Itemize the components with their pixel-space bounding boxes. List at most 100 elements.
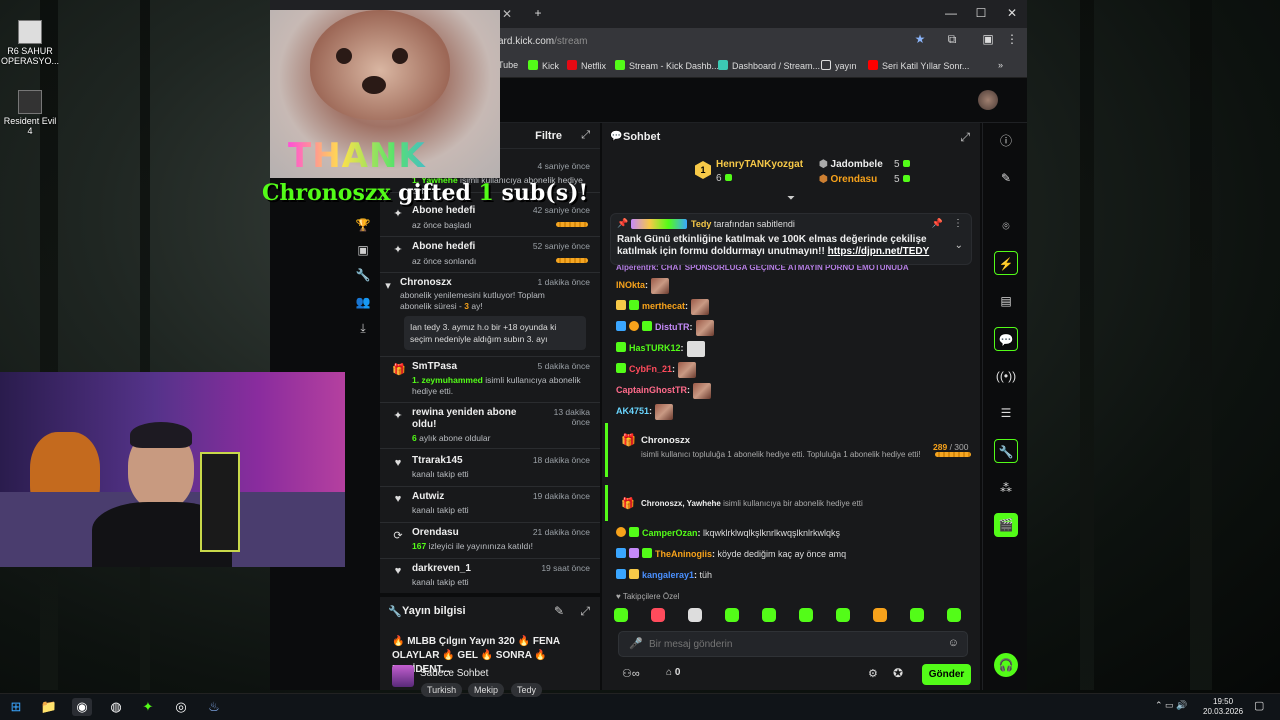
- nodes-icon[interactable]: ⁂: [994, 476, 1018, 500]
- stream-tag[interactable]: Turkish: [421, 683, 463, 697]
- sub-badge-icon: [629, 527, 639, 537]
- emote-button[interactable]: [688, 608, 702, 622]
- headset-icon[interactable]: 🎧: [994, 653, 1018, 677]
- bookmark-kick[interactable]: Kick: [528, 60, 559, 71]
- leaderboard-name[interactable]: HenryTANKyozgat: [716, 159, 803, 170]
- leaderboard-name[interactable]: ⬢ Orendasu: [819, 174, 877, 185]
- more-bookmarks-icon[interactable]: »: [998, 60, 1003, 70]
- minimize-button[interactable]: —: [941, 6, 961, 20]
- emote-button[interactable]: [725, 608, 739, 622]
- vault-counter[interactable]: ⌂ 0: [666, 667, 680, 678]
- emote-button[interactable]: [947, 608, 961, 622]
- wrench-icon[interactable]: 🔧: [994, 439, 1018, 463]
- gift-event-user[interactable]: Chronoszx: [641, 435, 690, 446]
- stack-icon[interactable]: ☰: [994, 401, 1018, 425]
- alert-count: 1: [478, 180, 494, 206]
- chat-username[interactable]: AK4751: [616, 406, 649, 416]
- pinned-link[interactable]: https://djpn.net/TEDY: [828, 246, 930, 257]
- desktop-icon-resident-evil[interactable]: Resident Evil 4: [0, 90, 60, 136]
- broadcast-icon[interactable]: ((•)): [994, 364, 1018, 388]
- chevron-down-icon[interactable]: ⌄: [955, 240, 963, 251]
- activity-subtext-end: ay!: [469, 301, 483, 311]
- close-window-button[interactable]: ✕: [1002, 6, 1022, 20]
- close-tab-icon[interactable]: ✕: [502, 2, 524, 26]
- edit-icon[interactable]: ✎: [554, 604, 564, 618]
- popout-icon[interactable]: ⤢: [580, 604, 590, 619]
- chat-username[interactable]: HasTURK12: [629, 343, 681, 353]
- discord-icon[interactable]: ◍: [106, 698, 126, 716]
- emote-button[interactable]: [762, 608, 776, 622]
- filter-button[interactable]: Filtre: [535, 130, 562, 142]
- start-button-icon[interactable]: ⊞: [6, 698, 26, 716]
- clapperboard-icon[interactable]: 🎬: [994, 513, 1018, 537]
- chat-username[interactable]: merthecat: [642, 301, 685, 311]
- target-icon: ✦: [393, 208, 403, 220]
- download-icon[interactable]: ⤓: [355, 321, 371, 337]
- activity-time: 4 saniye önce: [537, 161, 590, 171]
- chat-username[interactable]: TheAninogiis: [655, 549, 712, 559]
- popout-icon[interactable]: ⤢: [581, 129, 590, 142]
- desktop-icon-r6[interactable]: R6 SAHUR OPERASYO...: [0, 20, 60, 66]
- notes-icon[interactable]: ▤: [994, 289, 1018, 313]
- file-explorer-icon[interactable]: 📁: [39, 698, 59, 716]
- emote-button[interactable]: [836, 608, 850, 622]
- chat-username[interactable]: CaptainGhostTR: [616, 385, 687, 395]
- users-icon[interactable]: 👥: [355, 295, 371, 311]
- info-icon[interactable]: ⓘ: [994, 129, 1018, 153]
- pencil-icon[interactable]: ✎: [994, 166, 1018, 190]
- bookmark-youtube[interactable]: Seri Katil Yıllar Sonr...: [868, 60, 969, 71]
- menu-kebab-icon[interactable]: ⋮: [953, 218, 963, 229]
- menu-kebab-icon[interactable]: ⋮: [1002, 32, 1022, 46]
- popout-icon[interactable]: ⤢: [960, 130, 970, 145]
- trophy-icon[interactable]: 🏆: [355, 218, 371, 234]
- emote-button[interactable]: [651, 608, 665, 622]
- wrench-icon[interactable]: 🔧: [355, 268, 371, 284]
- capture-icon[interactable]: ⌾: [994, 214, 1018, 238]
- settings-gear-icon[interactable]: ⚙: [868, 667, 878, 680]
- emote-button[interactable]: [614, 608, 628, 622]
- bookmark-kick-dashboard[interactable]: Stream - Kick Dashb...: [615, 60, 719, 71]
- leaderboard-name[interactable]: ⬢ Jadombele: [819, 159, 883, 170]
- emote-button[interactable]: [873, 608, 887, 622]
- stream-tag[interactable]: Mekip: [468, 683, 505, 697]
- chat-username[interactable]: CybFn_21: [629, 364, 672, 374]
- notifications-icon[interactable]: ▢: [1254, 699, 1264, 712]
- bookmark-netflix[interactable]: Netflix: [567, 60, 606, 71]
- gift-sub-icon[interactable]: ✪: [893, 666, 903, 680]
- profile-icon[interactable]: ▣: [978, 32, 998, 46]
- system-tray-icons[interactable]: ⌃ ▭ 🔊: [1155, 700, 1187, 711]
- microphone-icon[interactable]: 🎤: [629, 637, 643, 650]
- chat-message-input[interactable]: [649, 636, 939, 652]
- chat-username[interactable]: CamperOzan: [642, 528, 698, 538]
- obs-icon[interactable]: ◎: [171, 698, 191, 716]
- media-icon[interactable]: ▣: [355, 243, 371, 259]
- chevron-down-icon[interactable]: ⏷: [787, 193, 795, 204]
- send-button[interactable]: Gönder: [922, 664, 971, 685]
- chat-username[interactable]: kangaleray1: [642, 570, 694, 580]
- taskbar-clock[interactable]: 19:50 20.03.2026: [1203, 697, 1243, 717]
- unpin-icon[interactable]: 📌: [932, 218, 943, 229]
- user-avatar[interactable]: [978, 90, 998, 110]
- lightning-icon[interactable]: ⚡: [994, 251, 1018, 275]
- chat-username[interactable]: DistuTR: [655, 322, 690, 332]
- chevron-down-icon[interactable]: ▾: [382, 279, 394, 292]
- chat-username[interactable]: INOkta: [616, 280, 645, 290]
- extensions-icon[interactable]: ⧉: [942, 32, 962, 47]
- steam-icon[interactable]: ♨: [204, 698, 224, 716]
- bookmark-star-icon[interactable]: ★: [910, 32, 930, 46]
- app-icon[interactable]: ✦: [138, 698, 158, 716]
- maximize-button[interactable]: ☐: [971, 6, 991, 20]
- chat-message: AK4751:: [616, 403, 674, 420]
- users-infinity-icon[interactable]: ⚇∞: [622, 667, 640, 680]
- chrome-icon[interactable]: ◉: [72, 698, 92, 716]
- emoji-icon[interactable]: ☺: [948, 637, 959, 649]
- new-tab-button[interactable]: +: [528, 6, 548, 20]
- url-input[interactable]: ard.kick.com/stream: [498, 32, 938, 52]
- bookmark-tube[interactable]: Tube: [498, 60, 518, 70]
- bookmark-folder-yayin[interactable]: yayın: [821, 60, 857, 71]
- chat-bubble-icon[interactable]: 💬: [994, 327, 1018, 351]
- emote-button[interactable]: [910, 608, 924, 622]
- emote-button[interactable]: [799, 608, 813, 622]
- bookmark-dashboard-stream[interactable]: Dashboard / Stream...: [718, 60, 820, 71]
- stream-tag[interactable]: Tedy: [511, 683, 543, 697]
